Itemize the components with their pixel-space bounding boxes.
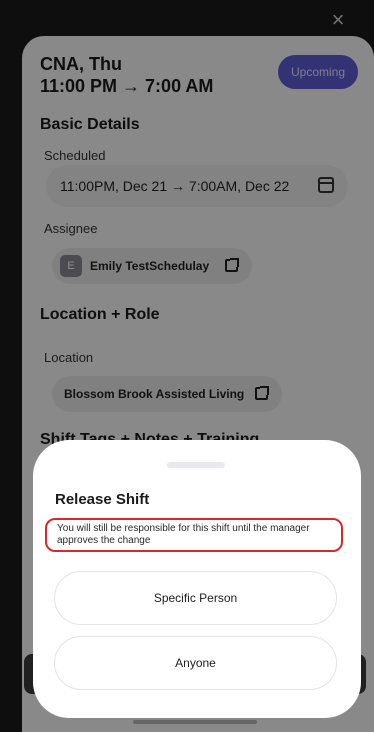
modal-title: Release Shift xyxy=(55,491,150,508)
release-shift-modal: Release Shift You will still be responsi… xyxy=(33,440,361,718)
warning-message: You will still be responsible for this s… xyxy=(45,518,343,552)
drag-handle[interactable] xyxy=(167,462,225,468)
home-indicator xyxy=(133,720,257,724)
anyone-button[interactable]: Anyone xyxy=(54,636,337,690)
specific-person-button[interactable]: Specific Person xyxy=(54,571,337,625)
